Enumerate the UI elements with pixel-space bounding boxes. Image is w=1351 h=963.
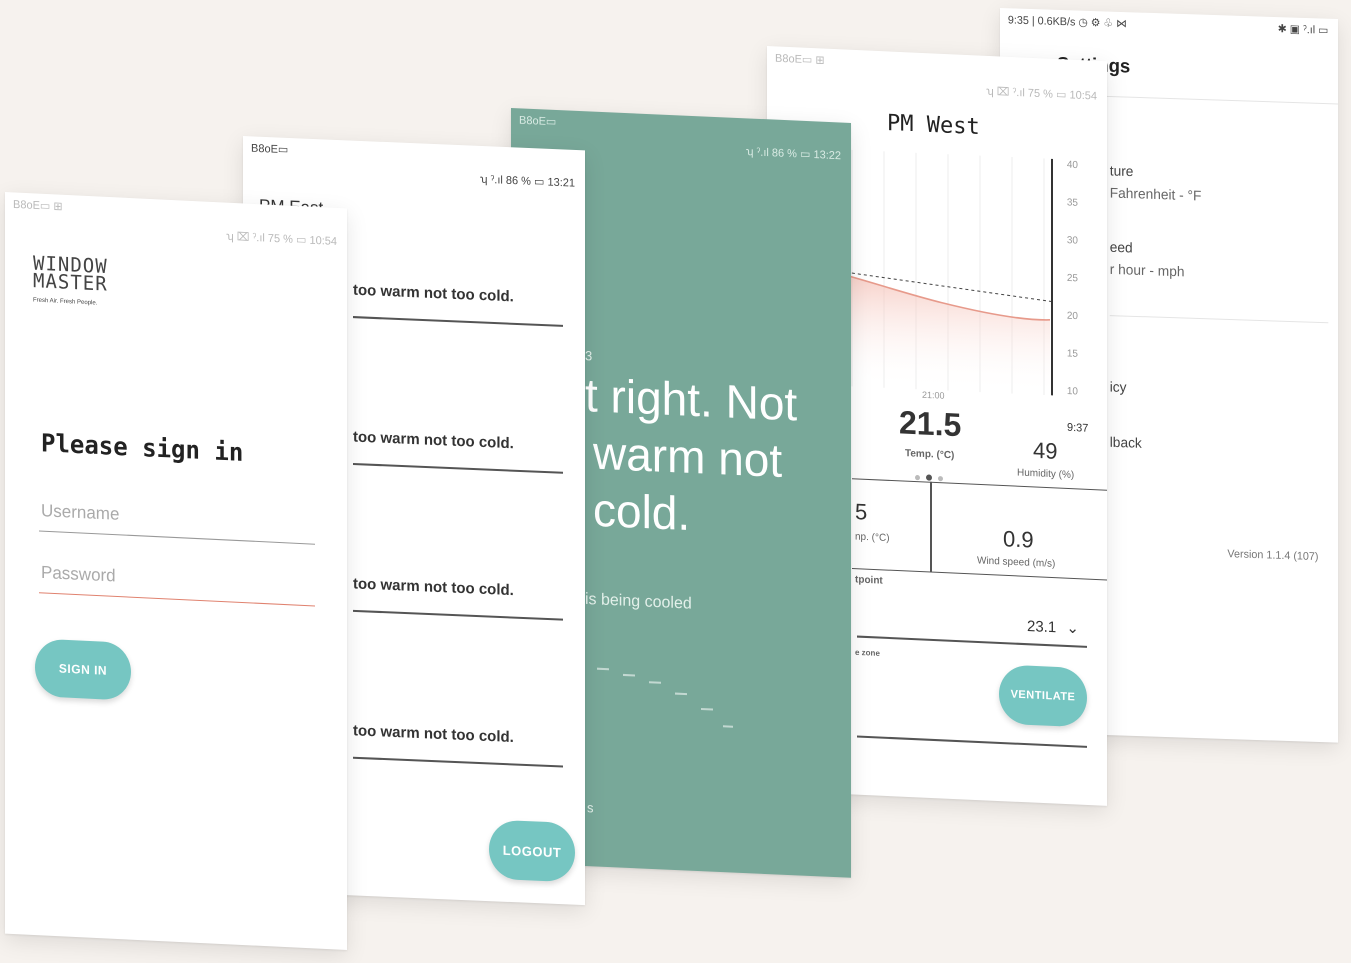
wind-speed-label: Wind speed (m/s)	[977, 555, 1056, 570]
setpoint-select[interactable]: 23.1 ⌄	[1027, 617, 1079, 638]
temperature-setting[interactable]: ture Fahrenheit - °F	[1110, 162, 1202, 203]
temperature-value: Fahrenheit - °F	[1109, 184, 1202, 204]
username-field[interactable]	[39, 494, 315, 545]
humidity-value: 49	[1033, 437, 1058, 465]
ventilate-button[interactable]: VENTILATE	[999, 664, 1087, 728]
progress-dash	[623, 673, 635, 677]
y-tick: 40	[1066, 159, 1078, 172]
status-right: ✱ ▣ ˀ.ıl ▭	[1277, 23, 1329, 37]
password-field[interactable]	[39, 556, 315, 607]
setpoint-underline	[857, 635, 1087, 648]
metrics-bottom-divider	[852, 567, 1107, 581]
temperature-value: 21.5	[899, 403, 962, 444]
zone-underline	[857, 735, 1087, 748]
progress-dash	[597, 667, 609, 671]
page-dot	[915, 474, 920, 481]
logo-line: MASTER	[33, 269, 108, 296]
feedback-item[interactable]: lback	[1110, 434, 1142, 451]
y-tick: 15	[1066, 348, 1078, 360]
metrics-vertical-divider	[930, 481, 932, 572]
zone-status-text: too warm not too cold.	[353, 281, 514, 306]
x-tick-time: 21:00	[922, 389, 945, 401]
logout-button[interactable]: LOGOUT	[489, 819, 575, 883]
zone-title: PM West	[887, 110, 980, 141]
wind-speed-value: 0.9	[1003, 525, 1034, 553]
zone-status-text: too warm not too cold.	[353, 428, 514, 453]
progress-dash	[723, 725, 733, 728]
outdoor-temp-value: 5	[855, 498, 868, 525]
zone-label: e zone	[855, 647, 880, 658]
status-left: B8oE▭ ⊞	[775, 52, 825, 67]
zone-divider	[353, 462, 563, 474]
zone-divider	[353, 316, 563, 327]
y-tick: 35	[1066, 197, 1078, 209]
setpoint-value: 23.1	[1027, 617, 1057, 637]
status-right: ʮ ˀ.ıl 86 % ▭ 13:22	[745, 145, 841, 163]
y-tick: 30	[1066, 234, 1078, 247]
sign-in-button[interactable]: SIGN IN	[35, 638, 131, 701]
cooling-status: is being cooled	[585, 590, 692, 613]
chevron-down-icon: ⌄	[1066, 619, 1079, 638]
logo-tagline: Fresh Air. Fresh People.	[33, 297, 98, 307]
speed-value: r hour - mph	[1109, 260, 1185, 280]
login-screen: B8oE▭ ⊞ ʮ ⌧ ˀ.ıl 75 % ▭ 10:54 WINDOW MAS…	[5, 192, 347, 951]
status-right: ʮ ˀ.ıl 86 % ▭ 13:21	[479, 173, 575, 190]
zone-divider	[353, 609, 563, 621]
y-tick: 10	[1066, 385, 1078, 398]
status-right: ʮ ⌧ ˀ.ıl 75 % ▭ 10:54	[226, 230, 337, 249]
windowmaster-logo: WINDOW MASTER Fresh Air. Fresh People.	[33, 252, 108, 313]
setpoint-label: tpoint	[855, 574, 883, 587]
status-right: ʮ ⌧ ˀ.ıl 75 % ▭ 10:54	[986, 85, 1097, 103]
section-divider	[1109, 315, 1329, 324]
y-tick: 25	[1066, 272, 1078, 285]
status-bar: 9:35 | 0.6KB/s ◷ ⚙ ♧ ⋈ ✱ ▣ ˀ.ıl ▭	[1000, 8, 1338, 41]
status-left: 9:35 | 0.6KB/s ◷ ⚙ ♧ ⋈	[1007, 14, 1127, 31]
chart-svg	[822, 149, 1053, 396]
progress-dash	[649, 681, 661, 684]
status-left: B8oE▭ ⊞	[13, 198, 63, 214]
zone-status-text: too warm not too cold.	[353, 575, 514, 600]
speed-label: eed	[1109, 238, 1133, 256]
version-text: Version 1.1.4 (107)	[1227, 548, 1319, 564]
status-left: B8oE▭	[251, 142, 289, 157]
bottom-mark: s	[587, 799, 594, 816]
zone-status-text: too warm not too cold.	[353, 722, 514, 747]
progress-dash	[675, 692, 687, 696]
page-title: Please sign in	[41, 428, 244, 468]
page-dot-active	[926, 474, 932, 481]
privacy-policy-item[interactable]: icy	[1110, 378, 1127, 395]
now-time: 9:37	[1067, 421, 1089, 435]
humidity-label: Humidity (%)	[1017, 467, 1075, 482]
page-dots	[915, 467, 943, 487]
page-dot	[938, 475, 943, 482]
temperature-chart[interactable]: ST 40 35 30 25 20 15 10	[818, 148, 1084, 398]
y-tick: 20	[1066, 310, 1078, 323]
zone-divider	[353, 756, 563, 768]
temperature-label: Temp. (°C)	[905, 447, 955, 462]
status-left: B8oE▭	[519, 114, 557, 129]
chart-fill-area	[822, 268, 1050, 396]
speed-setting[interactable]: eed r hour - mph	[1110, 239, 1185, 280]
temperature-label: ture	[1109, 162, 1134, 180]
small-number: 3	[585, 347, 593, 364]
outdoor-temp-label: np. (°C)	[855, 531, 890, 545]
progress-dash	[701, 707, 713, 711]
